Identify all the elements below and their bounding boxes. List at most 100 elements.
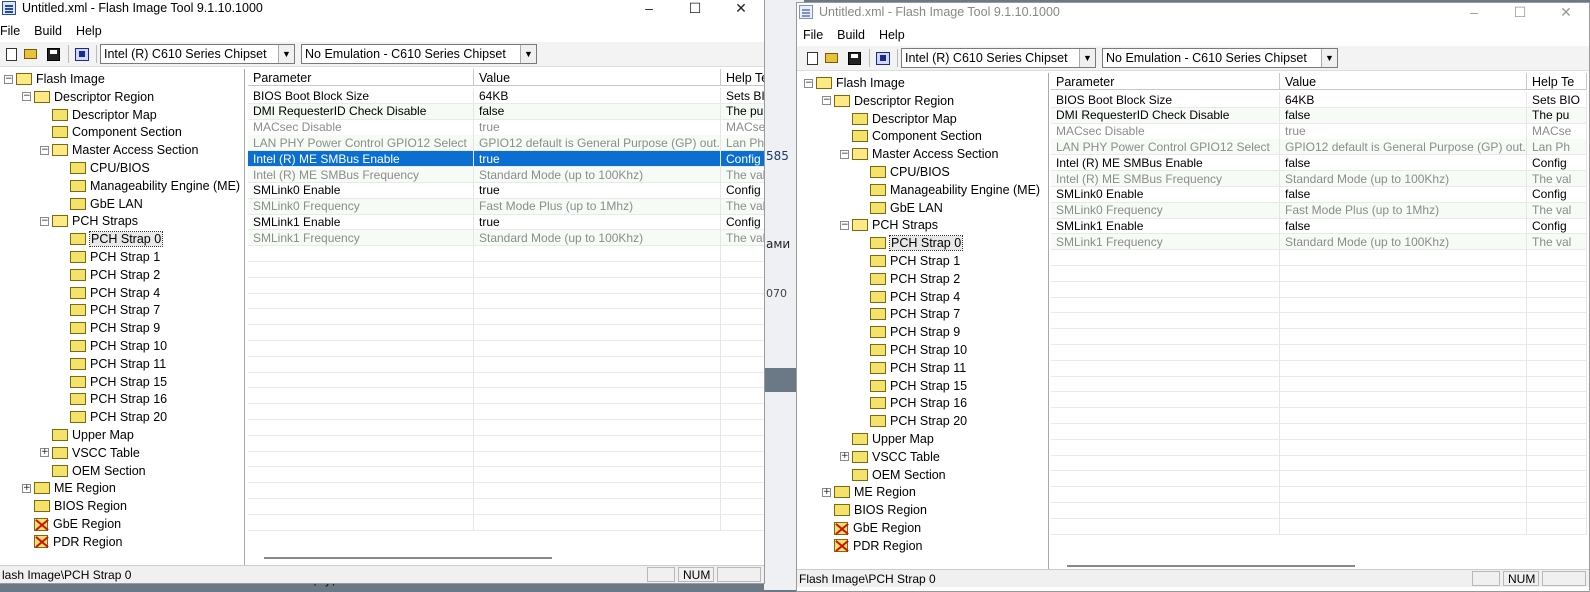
flash-image-tool-window-left[interactable]: Untitled.xml - Flash Image Tool 9.1.10.1… [0, 0, 765, 584]
tree-item[interactable]: − Master Access Section [40, 141, 198, 159]
grid-row[interactable]: SMLink0 Frequency Fast Mode Plus (up to 1… [248, 198, 764, 215]
tree-item[interactable]: − Flash Image [4, 70, 105, 88]
grid-row[interactable]: Intel (R) ME SMBus Frequency Standard Mod… [248, 167, 764, 183]
minimize-icon[interactable]: – [626, 0, 672, 17]
grid-cell-help[interactable]: Sets BIO [1527, 92, 1587, 107]
grid-row[interactable]: Intel (R) ME SMBus Frequency Standard Mod… [1051, 171, 1587, 187]
tree-item[interactable]: PCH Strap 20 [858, 412, 967, 430]
tree-item[interactable]: PCH Strap 20 [58, 408, 167, 426]
save-icon[interactable] [44, 45, 63, 64]
grid-row[interactable]: SMLink1 Frequency Standard Mode (up to 10… [248, 230, 764, 247]
grid-cell-param[interactable]: BIOS Boot Block Size [1051, 92, 1280, 107]
grid-cell-param[interactable]: SMLink0 Frequency [248, 198, 474, 214]
grid-cell-help[interactable]: The pu [1527, 107, 1587, 123]
value-column-header[interactable]: Value [1280, 73, 1527, 90]
grid-cell-param[interactable]: Intel (R) ME SMBus Enable [1051, 155, 1280, 171]
grid-cell-value[interactable]: 64KB [1280, 92, 1527, 107]
tree-item[interactable]: PCH Strap 2 [58, 266, 160, 284]
close-icon[interactable]: ✕ [1543, 3, 1589, 21]
grid-row[interactable]: MACsec Disable true MACse [248, 119, 764, 136]
tree-item[interactable]: PCH Strap 0 [858, 234, 964, 252]
grid-row[interactable]: DMI RequesterID Check Disable false The pu [248, 103, 764, 120]
grid-row[interactable]: LAN PHY Power Control GPIO12 Select GPIO1… [248, 135, 764, 152]
horizontal-scrollbar[interactable] [264, 557, 552, 559]
expand-icon[interactable]: + [822, 487, 831, 497]
grid-cell-param[interactable]: Intel (R) ME SMBus Frequency [1051, 171, 1280, 186]
tree-item[interactable]: − Descriptor Region [22, 88, 154, 106]
tree-item[interactable]: + ME Region [22, 479, 116, 497]
title-bar[interactable]: Untitled.xml - Flash Image Tool 9.1.10.1… [0, 0, 764, 17]
minimize-icon[interactable]: – [1451, 3, 1497, 21]
tree-item[interactable]: + VSCC Table [40, 444, 140, 462]
expand-icon[interactable]: + [840, 452, 849, 462]
tree-item[interactable]: − Master Access Section [840, 145, 998, 163]
tree-item[interactable]: PCH Strap 7 [858, 305, 960, 323]
grid-row[interactable]: SMLink0 Enable false Config [1051, 186, 1587, 203]
grid-cell-param[interactable]: MACsec Disable [1051, 123, 1280, 139]
menu-help[interactable]: Help [69, 24, 109, 38]
grid-cell-help[interactable]: Sets BIO [721, 88, 764, 103]
tree-item[interactable]: GbE Region [22, 515, 121, 533]
grid-cell-value[interactable]: Fast Mode Plus (up to 1Mhz) [474, 198, 721, 214]
collapse-icon[interactable]: − [840, 149, 849, 159]
tree-item[interactable]: CPU/BIOS [58, 159, 150, 177]
menu-file[interactable]: File [0, 24, 27, 38]
collapse-icon[interactable]: − [40, 145, 49, 155]
tree-item[interactable]: PCH Strap 16 [58, 390, 167, 408]
tree-item[interactable]: PCH Strap 1 [858, 252, 960, 270]
grid-cell-value[interactable]: false [474, 103, 721, 119]
grid-cell-help[interactable]: Config [1527, 186, 1587, 202]
grid-cell-param[interactable]: SMLink0 Enable [1051, 186, 1280, 202]
grid-row[interactable]: MACsec Disable true MACse [1051, 123, 1587, 140]
tree-item[interactable]: PCH Strap 15 [58, 373, 167, 391]
grid-cell-help[interactable]: The val [1527, 171, 1587, 186]
grid-cell-value[interactable]: true [1280, 123, 1527, 139]
save-icon[interactable] [845, 49, 864, 68]
tree-item[interactable]: GbE LAN [858, 199, 943, 217]
param-column-header[interactable]: Parameter [1051, 73, 1280, 90]
grid-row[interactable]: BIOS Boot Block Size64KBSets BIO [248, 88, 764, 104]
tree-item[interactable]: PCH Strap 7 [58, 301, 160, 319]
grid-cell-value[interactable]: true [474, 151, 721, 167]
grid-cell-param[interactable]: MACsec Disable [248, 119, 474, 135]
grid-cell-param[interactable]: Intel (R) ME SMBus Enable [248, 151, 474, 167]
grid-cell-value[interactable]: Standard Mode (up to 100Khz) [1280, 234, 1527, 250]
help-column-header[interactable]: Help Te [721, 69, 764, 86]
grid-cell-param[interactable]: SMLink1 Enable [248, 214, 474, 230]
tree-item[interactable]: PCH Strap 4 [858, 288, 960, 306]
grid-cell-param[interactable]: SMLink0 Enable [248, 182, 474, 198]
grid-row[interactable]: BIOS Boot Block Size64KBSets BIO [1051, 92, 1587, 108]
tree-item[interactable]: Manageability Engine (ME) [858, 181, 1040, 199]
grid-cell-value[interactable]: false [1280, 155, 1527, 171]
grid-row[interactable]: SMLink0 Enable true Config [248, 182, 764, 199]
tree-item[interactable]: BIOS Region [822, 501, 927, 519]
collapse-icon[interactable]: − [804, 78, 813, 88]
tree-item[interactable]: PCH Strap 10 [858, 341, 967, 359]
grid-cell-help[interactable]: The val [1527, 202, 1587, 218]
tree-item[interactable]: BIOS Region [22, 497, 127, 515]
grid-cell-param[interactable]: DMI RequesterID Check Disable [1051, 107, 1280, 123]
new-file-icon[interactable] [2, 45, 21, 64]
chipset-select[interactable]: Intel (R) C610 Series Chipset ▼ [901, 48, 1096, 68]
tree-item[interactable]: − PCH Straps [40, 212, 138, 230]
help-column-header[interactable]: Help Te [1527, 73, 1587, 90]
chevron-down-icon[interactable]: ▼ [520, 45, 536, 63]
new-file-icon[interactable] [803, 49, 822, 68]
grid-cell-value[interactable]: Standard Mode (up to 100Khz) [474, 167, 721, 182]
maximize-icon[interactable]: ☐ [1497, 3, 1543, 21]
grid-row[interactable]: SMLink0 Frequency Fast Mode Plus (up to 1… [1051, 202, 1587, 219]
grid-cell-value[interactable]: true [474, 119, 721, 135]
tree-item[interactable]: GbE Region [822, 519, 921, 537]
grid-cell-help[interactable]: Config [1527, 218, 1587, 234]
expand-icon[interactable]: + [40, 448, 49, 458]
collapse-icon[interactable]: − [840, 220, 849, 230]
tree-item[interactable]: PCH Strap 9 [858, 323, 960, 341]
grid-row[interactable]: DMI RequesterID Check Disable false The pu [1051, 107, 1587, 124]
grid-cell-help[interactable]: The val [1527, 234, 1587, 250]
tree-item[interactable]: PCH Strap 16 [858, 394, 967, 412]
grid-cell-value[interactable]: false [1280, 218, 1527, 234]
tree-item[interactable]: − Descriptor Region [822, 92, 954, 110]
grid-cell-value[interactable]: true [474, 214, 721, 230]
tree-item[interactable]: PCH Strap 2 [858, 270, 960, 288]
grid-row[interactable]: SMLink1 Frequency Standard Mode (up to 10… [1051, 234, 1587, 251]
